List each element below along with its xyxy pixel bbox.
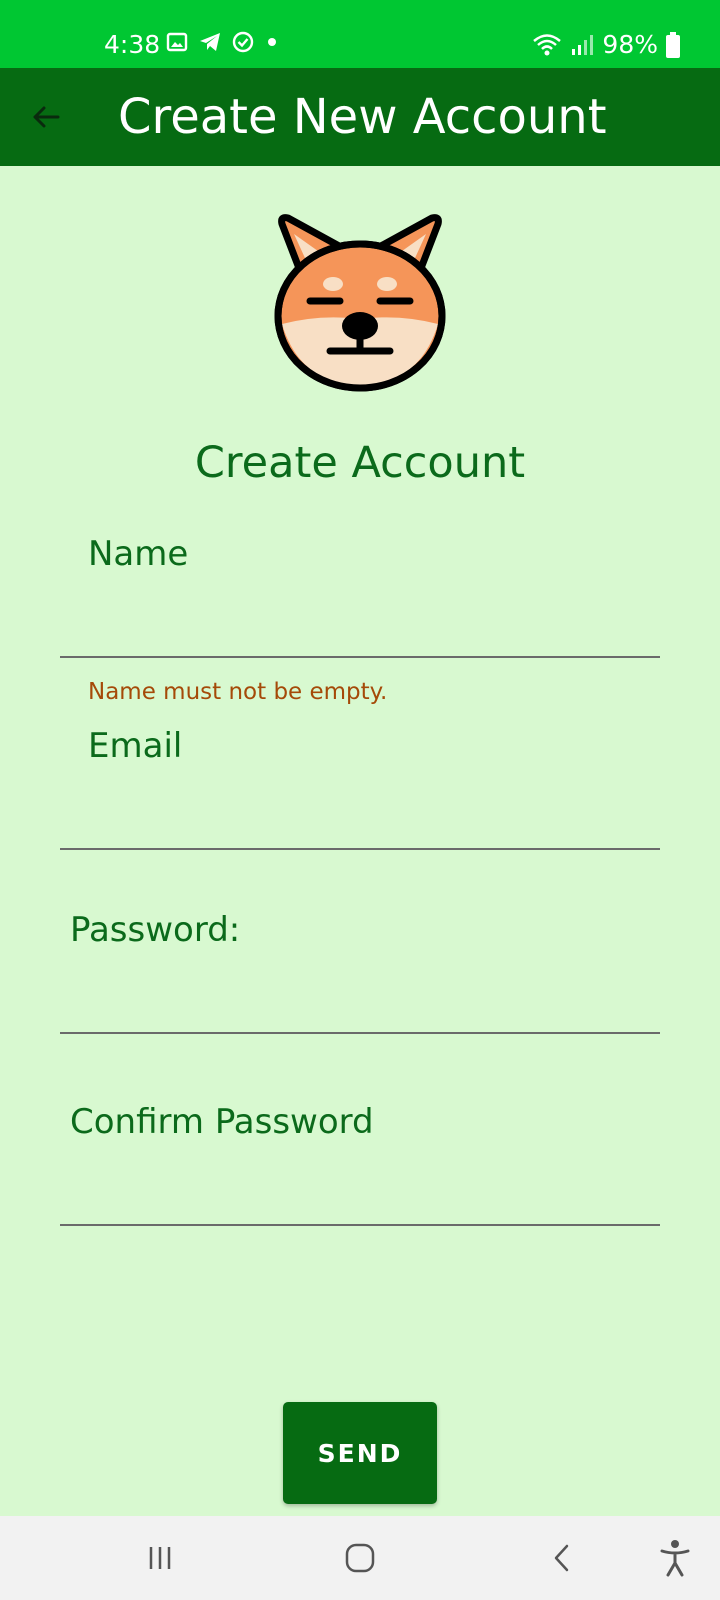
telegram-icon — [200, 33, 220, 51]
name-error-message: Name must not be empty. — [88, 679, 388, 705]
check-circle-icon — [232, 31, 254, 53]
status-notification-icons — [166, 31, 280, 53]
password-input[interactable] — [60, 978, 660, 1034]
battery-icon — [666, 32, 680, 58]
shiba-dog-icon — [274, 214, 446, 392]
battery-percent: 98% — [602, 30, 658, 59]
recents-icon — [149, 1547, 171, 1569]
send-button[interactable]: SEND — [283, 1402, 437, 1504]
gallery-icon — [166, 32, 188, 52]
name-input[interactable] — [60, 602, 660, 658]
back-icon — [554, 1544, 569, 1572]
arrow-back-icon — [33, 106, 60, 128]
status-bar: 4:38 98% — [0, 0, 720, 68]
signal-icon — [572, 35, 594, 55]
home-button[interactable] — [336, 1534, 384, 1582]
confirm-password-input[interactable] — [60, 1170, 660, 1226]
wifi-icon — [533, 34, 562, 56]
app-bar: Create New Account — [0, 68, 720, 166]
recents-button[interactable] — [136, 1534, 184, 1582]
email-input[interactable] — [60, 794, 660, 850]
navigation-bar — [0, 1516, 720, 1600]
system-back-button[interactable] — [538, 1534, 586, 1582]
accessibility-button[interactable] — [651, 1534, 699, 1582]
app-title: Create New Account — [118, 89, 607, 145]
back-button[interactable] — [22, 93, 70, 141]
accessibility-icon — [660, 1540, 690, 1577]
status-time: 4:38 — [104, 30, 161, 59]
status-system-icons: 98% — [532, 28, 680, 62]
dot-icon — [268, 38, 276, 46]
email-label: Email — [88, 726, 183, 766]
home-icon — [345, 1543, 375, 1573]
name-label: Name — [88, 534, 189, 574]
form-title: Create Account — [194, 438, 526, 488]
confirm-password-label: Confirm Password — [70, 1102, 374, 1142]
password-label: Password: — [70, 910, 241, 950]
